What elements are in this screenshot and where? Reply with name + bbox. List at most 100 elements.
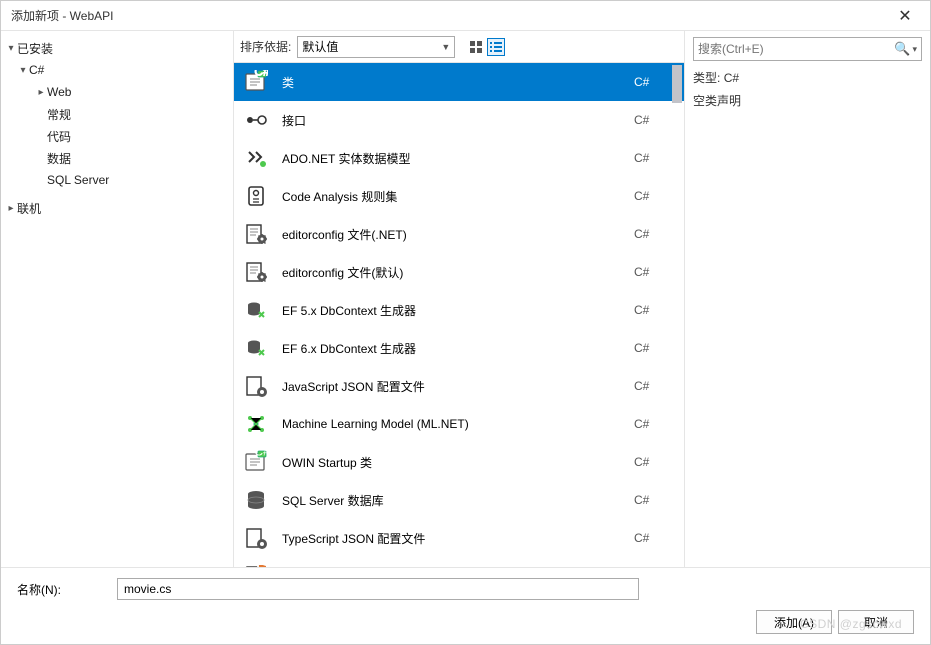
template-name: ADO.NET 实体数据模型 [282,150,634,167]
add-button[interactable]: 添加(A) [756,610,832,634]
template-name: editorconfig 文件(.NET) [282,226,634,243]
template-lang: C# [634,303,674,317]
search-icon[interactable]: 🔍 [894,41,910,57]
cancel-button[interactable]: 取消 [838,610,914,634]
template-lang: C# [634,75,674,89]
template-lang: C# [634,151,674,165]
search-input[interactable] [698,42,894,56]
detail-type: 类型: C# [693,69,922,88]
template-row[interactable]: 类C# [234,63,684,101]
view-grid-button[interactable] [467,38,485,56]
template-row[interactable]: JavaScript JSON 配置文件C# [234,367,684,405]
detail-type-value: C# [724,71,739,85]
template-lang: C# [634,265,674,279]
template-lang: C# [634,455,674,469]
ml-icon [242,410,270,438]
sort-value: 默认值 [302,38,338,55]
view-list-button[interactable] [487,38,505,56]
detail-panel: 🔍 ▾ 类型: C# 空类声明 [685,31,930,567]
template-name: 类 [282,74,634,91]
ruleset-icon [242,182,270,210]
sort-label: 排序依据: [240,38,291,55]
main-area: ▾ 已安装 ▾ C# ▸ Web 常规 代码 数据 SQL Server [1,31,930,567]
tree-general[interactable]: 常规 [1,103,233,125]
class-icon [242,68,270,96]
tree-code[interactable]: 代码 [1,125,233,147]
template-name: 接口 [282,112,634,129]
template-name: EF 6.x DbContext 生成器 [282,340,634,357]
template-row[interactable]: Code Analysis 规则集C# [234,177,684,215]
template-panel: 排序依据: 默认值 ▼ 类C#接口C#ADO.NET 实体数据模型C#Code … [233,31,685,567]
template-row[interactable]: EF 6.x DbContext 生成器C# [234,329,684,367]
tree-label: 已安装 [17,40,53,57]
interface-icon [242,106,270,134]
tree-online[interactable]: ▸ 联机 [1,197,233,219]
tree-label: Web [47,85,71,99]
template-row[interactable]: editorconfig 文件(默认)C# [234,253,684,291]
template-name: Machine Learning Model (ML.NET) [282,417,634,431]
template-lang: C# [634,417,674,431]
tree-web[interactable]: ▸ Web [1,81,233,103]
name-row: 名称(N): [17,578,914,600]
titlebar: 添加新项 - WebAPI ✕ [1,1,930,31]
caret-right-icon: ▸ [5,203,17,214]
ado-icon [242,144,270,172]
template-name: JavaScript JSON 配置文件 [282,378,634,395]
scrollbar-thumb[interactable] [672,65,682,103]
template-row[interactable]: EF 5.x DbContext 生成器C# [234,291,684,329]
close-icon[interactable]: ✕ [890,6,920,26]
tree-label: SQL Server [47,173,109,187]
chevron-down-icon: ▼ [441,42,450,52]
template-toolbar: 排序依据: 默认值 ▼ [234,31,684,63]
caret-right-icon: ▸ [35,87,47,98]
tree-label: 常规 [47,106,71,123]
template-name: SQL Server 数据库 [282,492,634,509]
template-row[interactable]: 接口C# [234,101,684,139]
name-input[interactable] [117,578,639,600]
detail-description: 空类声明 [693,92,922,111]
template-name: OWIN Startup 类 [282,454,634,471]
template-row[interactable]: OWIN Startup 类C# [234,443,684,481]
template-row[interactable]: TypeScript JSX 文件C# [234,557,684,567]
template-lang: C# [634,379,674,393]
template-lang: C# [634,227,674,241]
template-lang: C# [634,113,674,127]
template-name: TypeScript JSON 配置文件 [282,530,634,547]
name-label: 名称(N): [17,581,107,598]
template-lang: C# [634,531,674,545]
template-lang: C# [634,189,674,203]
template-list[interactable]: 类C#接口C#ADO.NET 实体数据模型C#Code Analysis 规则集… [234,63,684,567]
db-icon [242,486,270,514]
template-name: editorconfig 文件(默认) [282,264,634,281]
template-row[interactable]: ADO.NET 实体数据模型C# [234,139,684,177]
detail-type-label: 类型: [693,71,720,85]
tree-csharp[interactable]: ▾ C# [1,59,233,81]
button-row: 添加(A) 取消 CSDN @zgscwxd [17,610,914,634]
template-row[interactable]: TypeScript JSON 配置文件C# [234,519,684,557]
view-mode-group [467,38,505,56]
ef-icon [242,334,270,362]
tree-label: 联机 [17,200,41,217]
grid-icon [470,41,482,53]
template-row[interactable]: Machine Learning Model (ML.NET)C# [234,405,684,443]
chevron-down-icon[interactable]: ▾ [912,44,917,55]
sort-dropdown[interactable]: 默认值 ▼ [297,36,455,58]
template-name: EF 5.x DbContext 生成器 [282,302,634,319]
template-lang: C# [634,341,674,355]
search-box[interactable]: 🔍 ▾ [693,37,922,61]
editorconfig-icon [242,220,270,248]
template-lang: C# [634,493,674,507]
tree-label: 数据 [47,150,71,167]
ef-icon [242,296,270,324]
tree-installed[interactable]: ▾ 已安装 [1,37,233,59]
template-row[interactable]: SQL Server 数据库C# [234,481,684,519]
window-title: 添加新项 - WebAPI [11,7,890,24]
tree-data[interactable]: 数据 [1,147,233,169]
template-row[interactable]: editorconfig 文件(.NET)C# [234,215,684,253]
tree-sqlserver[interactable]: SQL Server [1,169,233,191]
editorconfig-icon [242,258,270,286]
list-icon [490,41,502,53]
ts-icon [242,562,270,567]
tree-label: 代码 [47,128,71,145]
class-icon [242,448,270,476]
